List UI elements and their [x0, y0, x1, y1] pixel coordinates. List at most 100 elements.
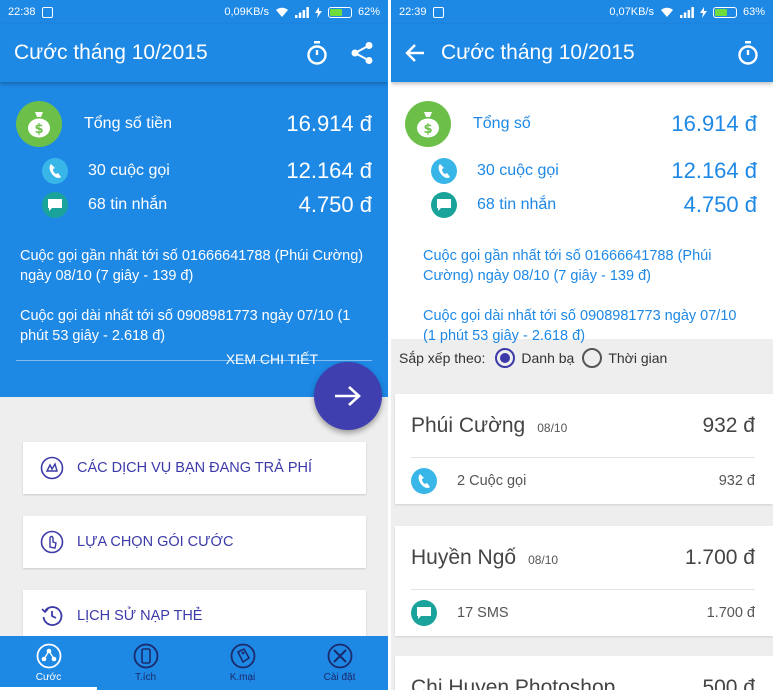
contact-name: Chị Huyen Photoshop	[411, 676, 616, 690]
charging-icon	[314, 6, 322, 18]
nav-label: T.ích	[134, 672, 157, 683]
contact-detail-label: 2 Cuộc gọi	[457, 473, 527, 489]
menu-paid-services[interactable]: CÁC DỊCH VỤ BẠN ĐANG TRẢ PHÍ	[23, 442, 366, 494]
total-row: $ Tổng số 16.914 đ	[405, 101, 757, 147]
contact-date: 08/10	[528, 552, 559, 567]
wifi-icon	[660, 7, 673, 17]
menu-choose-package[interactable]: LỰA CHỌN GÓI CƯỚC	[23, 516, 366, 568]
recent-call-note: Cuộc gọi gần nhất tới số 01666641788 (Ph…	[423, 248, 712, 284]
svg-text:$: $	[423, 122, 432, 137]
timer-icon[interactable]	[737, 41, 759, 65]
calls-row: 30 cuộc gọi 12.164 đ	[405, 154, 757, 188]
contact-total: 1.700 đ	[684, 545, 755, 569]
tools-icon	[327, 643, 352, 669]
detail-arrow-button[interactable]	[314, 362, 382, 430]
total-amount: 16.914 đ	[286, 111, 372, 136]
menu-label: LỊCH SỬ NẠP THẺ	[77, 608, 203, 624]
contact-name: Huyền Ngố	[411, 545, 517, 569]
contact-card[interactable]: Huyền Ngố 08/10 1.700 đ 17 SMS 1.700 đ	[395, 526, 773, 636]
battery-percent: 63%	[742, 6, 765, 18]
message-icon	[431, 192, 457, 218]
app-bar: Cước tháng 10/2015	[391, 24, 773, 82]
contact-detail: 2 Cuộc gọi 932 đ	[411, 458, 755, 504]
contact-header: Chị Huyen Photoshop 500 đ	[411, 656, 755, 690]
battery-icon	[712, 6, 737, 18]
contact-total: 932 đ	[702, 413, 755, 437]
sort-option-time[interactable]: Thời gian	[608, 350, 667, 366]
nav-item-cuoc[interactable]: Cước	[0, 636, 97, 690]
back-button[interactable]	[405, 44, 425, 62]
battery-percent: 62%	[357, 6, 380, 18]
sort-label: Sắp xếp theo:	[399, 350, 486, 366]
total-label: Tổng số	[473, 115, 531, 132]
app-bar: Cước tháng 10/2015	[0, 24, 388, 82]
calls-amount: 12.164 đ	[671, 158, 757, 183]
arrow-right-icon	[335, 386, 361, 406]
network-speed: 0,09KB/s	[224, 6, 269, 18]
contact-card[interactable]: Chị Huyen Photoshop 500 đ	[395, 656, 773, 690]
status-time: 22:39	[399, 6, 427, 18]
charging-icon	[699, 6, 707, 18]
menu-label: LỰA CHỌN GÓI CƯỚC	[77, 534, 234, 550]
contact-header: Phúi Cường 08/10 932 đ	[411, 394, 755, 458]
hand-coin-icon	[39, 455, 65, 481]
nav-item-settings[interactable]: Cài đặt	[291, 636, 388, 690]
sms-label: 68 tin nhắn	[477, 196, 557, 213]
message-icon	[42, 192, 68, 218]
status-bar: 22:38 0,09KB/s 62%	[0, 0, 388, 24]
touch-icon	[39, 529, 65, 555]
phone-icon	[411, 468, 437, 494]
menu-label: CÁC DỊCH VỤ BẠN ĐANG TRẢ PHÍ	[77, 460, 312, 476]
timer-icon[interactable]	[306, 41, 328, 65]
contact-card[interactable]: Phúi Cường 08/10 932 đ 2 Cuộc gọi 932 đ	[395, 394, 773, 504]
arrow-left-icon	[405, 44, 424, 62]
total-amount: 16.914 đ	[671, 111, 757, 136]
see-detail-link[interactable]: XEM CHI TIẾT	[226, 351, 318, 367]
sms-amount: 4.750 đ	[683, 192, 757, 217]
graph-icon	[36, 643, 61, 669]
network-speed: 0,07KB/s	[609, 6, 654, 18]
nav-label: Cài đặt	[323, 672, 356, 683]
right-screen: 22:39 0,07KB/s 63% Cước tháng 10/2015 $ …	[391, 0, 773, 690]
sort-radio-contacts[interactable]	[495, 348, 516, 368]
history-icon	[39, 603, 65, 629]
left-screen: 22:38 0,09KB/s 62% Cước tháng 10/2015 $ …	[0, 0, 388, 690]
recent-call-note: Cuộc gọi gần nhất tới số 01666641788 (Ph…	[20, 248, 364, 284]
sort-radio-time[interactable]	[582, 348, 603, 368]
page-title: Cước tháng 10/2015	[14, 41, 208, 64]
status-bar: 22:39 0,07KB/s 63%	[391, 0, 773, 24]
sms-row: 68 tin nhắn 4.750 đ	[405, 188, 757, 222]
calls-label: 30 cuộc gọi	[88, 162, 170, 179]
phone-device-icon	[133, 643, 158, 669]
battery-icon	[327, 6, 352, 18]
nav-item-kmai[interactable]: K.mại	[194, 636, 291, 690]
status-time: 22:38	[8, 6, 36, 18]
svg-text:$: $	[34, 122, 43, 137]
message-icon	[411, 600, 437, 626]
contact-detail-label: 17 SMS	[457, 605, 509, 621]
menu-topup-history[interactable]: LỊCH SỬ NẠP THẺ	[23, 590, 366, 642]
bottom-nav: Cước T.ích K.mại Cài đặt	[0, 636, 388, 690]
total-label: Tổng số tiền	[84, 115, 173, 132]
notification-icon	[41, 6, 53, 18]
share-icon[interactable]	[350, 41, 374, 65]
contact-header: Huyền Ngố 08/10 1.700 đ	[411, 526, 755, 590]
phone-icon	[42, 158, 68, 184]
sms-label: 68 tin nhắn	[88, 196, 168, 213]
sort-option-contacts[interactable]: Danh bạ	[521, 350, 574, 366]
calls-label: 30 cuộc gọi	[477, 162, 559, 179]
phone-icon	[431, 158, 457, 184]
contact-total: 500 đ	[702, 676, 755, 690]
contact-detail-amount: 932 đ	[718, 473, 755, 489]
calls-row: 30 cuộc gọi 12.164 đ	[16, 154, 372, 188]
contact-date: 08/10	[537, 420, 568, 435]
nav-label: K.mại	[229, 672, 256, 683]
contact-name: Phúi Cường	[411, 413, 526, 437]
nav-label: Cước	[35, 672, 62, 683]
signal-icon	[679, 6, 694, 18]
notification-icon	[432, 6, 444, 18]
nav-item-tich[interactable]: T.ích	[97, 636, 194, 690]
sms-amount: 4.750 đ	[298, 192, 372, 217]
calls-amount: 12.164 đ	[286, 158, 372, 183]
divider	[16, 360, 372, 361]
